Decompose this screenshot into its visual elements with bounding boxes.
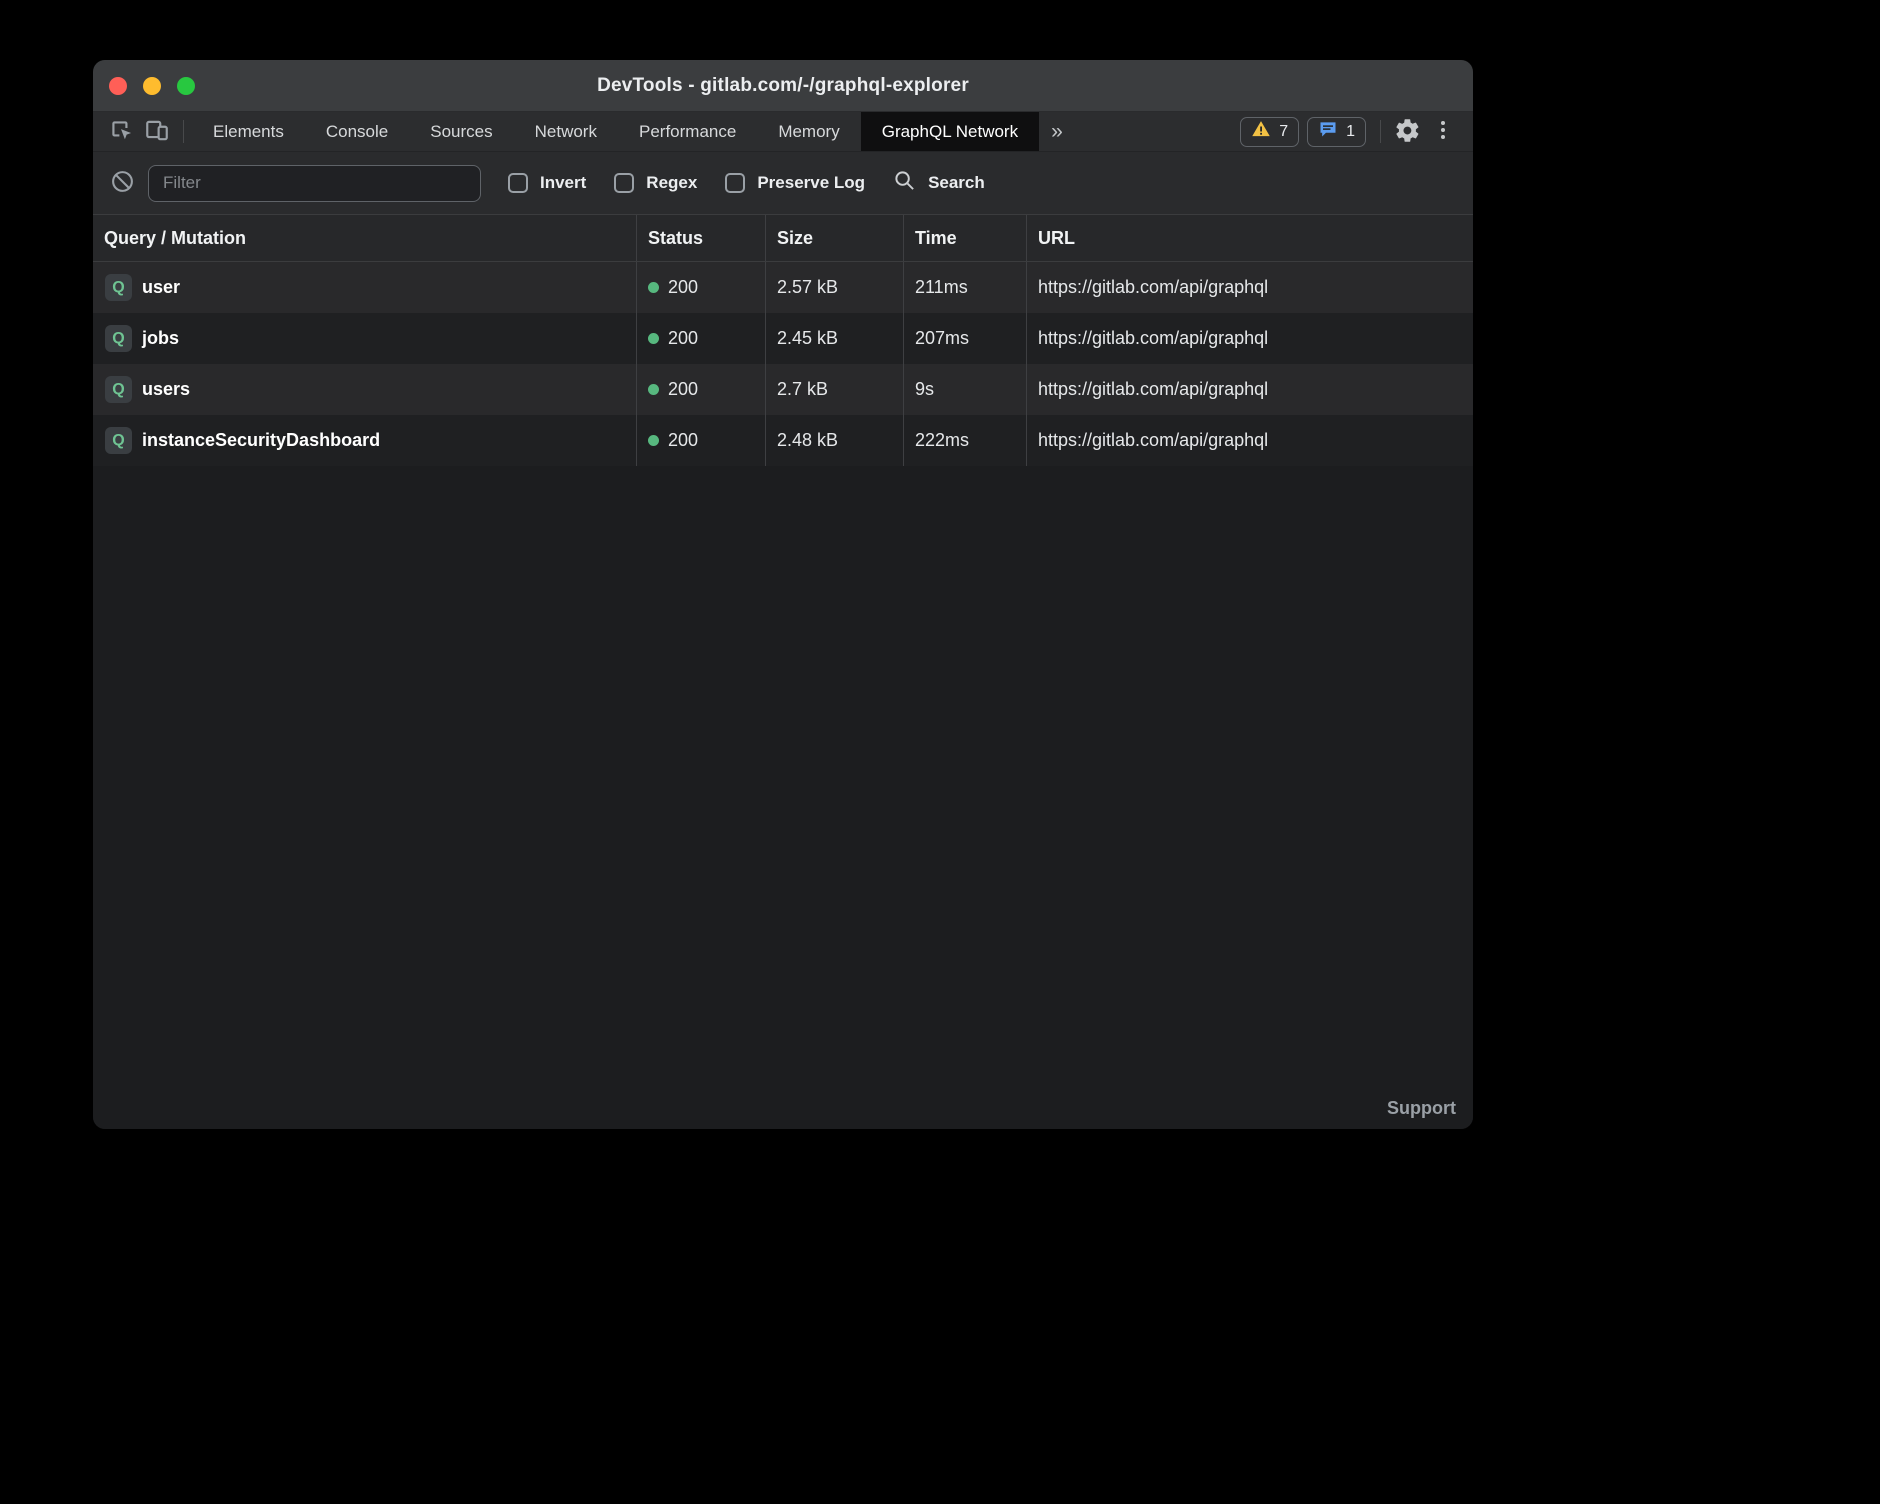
query-name-cell: Q jobs: [93, 313, 636, 364]
minimize-window-button[interactable]: [143, 77, 161, 95]
size-cell: 2.7 kB: [765, 364, 903, 415]
window-title: DevTools - gitlab.com/-/graphql-explorer: [597, 75, 969, 97]
search-icon: [893, 169, 916, 197]
invert-checkbox[interactable]: Invert: [508, 173, 586, 193]
warning-count: 7: [1279, 123, 1288, 141]
tab-performance[interactable]: Performance: [618, 112, 757, 151]
query-type-badge: Q: [105, 325, 132, 352]
tabbar-spacer: [1075, 112, 1232, 151]
status-ok-dot: [648, 435, 659, 446]
inspect-cursor-icon: [108, 117, 134, 146]
tab-graphql-network[interactable]: GraphQL Network: [861, 112, 1039, 151]
circle-slash-icon: [110, 169, 135, 197]
console-warnings-badge[interactable]: 7: [1240, 117, 1299, 147]
tab-sources[interactable]: Sources: [409, 112, 513, 151]
query-name-cell: Q user: [93, 262, 636, 313]
status-code: 200: [668, 328, 698, 349]
more-options-button[interactable]: [1425, 112, 1461, 151]
column-header-url[interactable]: URL: [1026, 215, 1473, 261]
size-cell: 2.45 kB: [765, 313, 903, 364]
divider: [183, 120, 184, 143]
status-cell: 200: [636, 415, 765, 466]
status-cell: 200: [636, 313, 765, 364]
device-toolbar-button[interactable]: [139, 112, 175, 151]
query-name: instanceSecurityDashboard: [142, 430, 380, 451]
support-link[interactable]: Support: [1387, 1098, 1456, 1119]
message-count: 1: [1346, 123, 1355, 141]
status-code: 200: [668, 379, 698, 400]
table-row[interactable]: Q instanceSecurityDashboard 200 2.48 kB …: [93, 415, 1473, 466]
time-cell: 9s: [903, 364, 1026, 415]
tab-elements[interactable]: Elements: [192, 112, 305, 151]
status-ok-dot: [648, 384, 659, 395]
size-cell: 2.57 kB: [765, 262, 903, 313]
inspect-element-button[interactable]: [103, 112, 139, 151]
regex-checkbox[interactable]: Regex: [614, 173, 697, 193]
regex-label: Regex: [646, 173, 697, 193]
query-type-badge: Q: [105, 376, 132, 403]
status-cell: 200: [636, 262, 765, 313]
warning-icon: [1251, 119, 1271, 144]
devtools-window: DevTools - gitlab.com/-/graphql-explorer…: [93, 60, 1473, 1129]
search-button[interactable]: Search: [893, 169, 985, 197]
query-name-cell: Q instanceSecurityDashboard: [93, 415, 636, 466]
kebab-menu-icon: [1431, 118, 1455, 145]
close-window-button[interactable]: [109, 77, 127, 95]
status-ok-dot: [648, 333, 659, 344]
devtools-tabbar: Elements Console Sources Network Perform…: [93, 112, 1473, 152]
query-type-badge: Q: [105, 274, 132, 301]
titlebar: DevTools - gitlab.com/-/graphql-explorer: [93, 60, 1473, 112]
column-header-query-mutation[interactable]: Query / Mutation: [93, 215, 636, 261]
preserve-log-label: Preserve Log: [757, 173, 865, 193]
status-code: 200: [668, 277, 698, 298]
query-name: user: [142, 277, 180, 298]
clear-requests-button[interactable]: [105, 169, 139, 197]
size-cell: 2.48 kB: [765, 415, 903, 466]
url-cell: https://gitlab.com/api/graphql: [1026, 364, 1473, 415]
invert-label: Invert: [540, 173, 586, 193]
column-header-time[interactable]: Time: [903, 215, 1026, 261]
more-tabs-button[interactable]: »: [1039, 112, 1075, 151]
time-cell: 207ms: [903, 313, 1026, 364]
query-name-cell: Q users: [93, 364, 636, 415]
table-row[interactable]: Q users 200 2.7 kB 9s https://gitlab.com…: [93, 364, 1473, 415]
tab-memory[interactable]: Memory: [757, 112, 860, 151]
query-name: users: [142, 379, 190, 400]
zoom-window-button[interactable]: [177, 77, 195, 95]
column-header-status[interactable]: Status: [636, 215, 765, 261]
query-name: jobs: [142, 328, 179, 349]
table-row[interactable]: Q jobs 200 2.45 kB 207ms https://gitlab.…: [93, 313, 1473, 364]
filter-toolbar: Invert Regex Preserve Log Search: [93, 152, 1473, 215]
table-header: Query / Mutation Status Size Time URL: [93, 215, 1473, 262]
column-header-size[interactable]: Size: [765, 215, 903, 261]
settings-button[interactable]: [1389, 112, 1425, 151]
tab-network[interactable]: Network: [514, 112, 618, 151]
invert-checkbox-box[interactable]: [508, 173, 528, 193]
message-icon: [1318, 119, 1338, 144]
gear-icon: [1394, 117, 1421, 147]
status-ok-dot: [648, 282, 659, 293]
url-cell: https://gitlab.com/api/graphql: [1026, 262, 1473, 313]
traffic-lights: [109, 60, 195, 111]
time-cell: 211ms: [903, 262, 1026, 313]
status-cell: 200: [636, 364, 765, 415]
status-code: 200: [668, 430, 698, 451]
preserve-log-checkbox[interactable]: Preserve Log: [725, 173, 865, 193]
divider: [1380, 120, 1381, 143]
table-row[interactable]: Q user 200 2.57 kB 211ms https://gitlab.…: [93, 262, 1473, 313]
query-type-badge: Q: [105, 427, 132, 454]
url-cell: https://gitlab.com/api/graphql: [1026, 415, 1473, 466]
request-list: Q user 200 2.57 kB 211ms https://gitlab.…: [93, 262, 1473, 1129]
issues-badge[interactable]: 1: [1307, 117, 1366, 147]
search-label: Search: [928, 173, 985, 193]
time-cell: 222ms: [903, 415, 1026, 466]
filter-input[interactable]: [148, 165, 481, 202]
device-toolbar-icon: [144, 117, 170, 146]
regex-checkbox-box[interactable]: [614, 173, 634, 193]
url-cell: https://gitlab.com/api/graphql: [1026, 313, 1473, 364]
preserve-log-checkbox-box[interactable]: [725, 173, 745, 193]
tab-console[interactable]: Console: [305, 112, 409, 151]
